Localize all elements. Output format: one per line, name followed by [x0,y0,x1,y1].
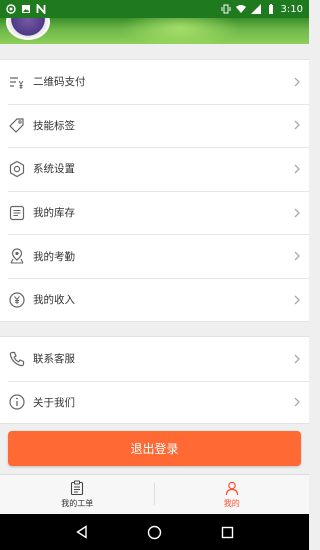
menu-item-label: 联系客服 [33,353,75,366]
tag-icon [8,116,26,134]
info-icon [8,393,26,411]
menu-group-main: 二维码支付 技能标签 系统设置 我的库存 我的考勤 我的收入 [0,59,309,322]
tab-divider [154,483,155,505]
tab-label: 我的 [223,499,240,508]
gear-icon [8,160,26,178]
menu-item-label: 关于我们 [33,396,75,409]
wifi-icon [235,5,246,13]
chevron-right-icon [294,397,300,407]
chevron-right-icon [294,295,300,305]
location-icon [8,247,26,265]
image-notification-icon [22,5,30,13]
menu-item-label: 技能标签 [33,119,75,132]
inventory-icon [8,204,26,222]
profile-banner [0,18,309,44]
recents-square-icon [221,526,234,538]
menu-item-qr-payment[interactable]: 二维码支付 [0,60,309,104]
menu-group-support: 联系客服 关于我们 [0,336,309,424]
menu-item-contact-support[interactable]: 联系客服 [0,337,309,381]
menu-item-inventory[interactable]: 我的库存 [0,190,309,235]
n-notification-icon [36,4,46,14]
user-icon [225,481,238,496]
spacer [0,322,309,336]
app-notification-icon [6,4,16,14]
menu-item-attendance[interactable]: 我的考勤 [0,234,309,278]
home-button[interactable] [147,524,163,540]
menu-item-label: 系统设置 [33,163,75,176]
logout-button[interactable]: 退出登录 [8,431,301,466]
menu-item-label: 我的库存 [33,207,75,220]
menu-item-label: 二维码支付 [33,76,86,89]
tab-mine[interactable]: 我的 [155,475,310,514]
menu-item-about-us[interactable]: 关于我们 [0,380,309,425]
menu-item-label: 我的收入 [33,294,75,307]
vibrate-icon [221,4,231,14]
tab-work-orders[interactable]: 我的工单 [0,475,155,514]
system-nav-bar [0,514,309,550]
avatar[interactable] [6,18,50,40]
work-order-icon [71,480,84,496]
chevron-right-icon [294,120,300,130]
recents-button[interactable] [220,524,236,540]
status-time: 3:10 [280,3,303,15]
bottom-tab-bar: 我的工单 我的 [0,474,309,514]
menu-item-skill-tags[interactable]: 技能标签 [0,103,309,148]
menu-item-label: 我的考勤 [33,250,75,263]
chevron-right-icon [294,164,300,174]
menu-item-system-settings[interactable]: 系统设置 [0,147,309,191]
spacer [0,44,309,59]
battery-icon [268,4,273,14]
qr-payment-icon [8,73,26,91]
signal-icon [250,4,261,14]
chevron-right-icon [294,251,300,261]
income-icon [8,291,26,309]
status-bar: 3:10 [0,0,309,18]
back-button[interactable] [74,524,90,540]
home-circle-icon [147,525,162,539]
chevron-right-icon [294,354,300,364]
tab-label: 我的工单 [61,499,94,508]
menu-item-income[interactable]: 我的收入 [0,277,309,322]
phone-icon [8,350,26,368]
chevron-right-icon [294,208,300,218]
chevron-right-icon [294,77,300,87]
back-triangle-icon [75,525,87,539]
